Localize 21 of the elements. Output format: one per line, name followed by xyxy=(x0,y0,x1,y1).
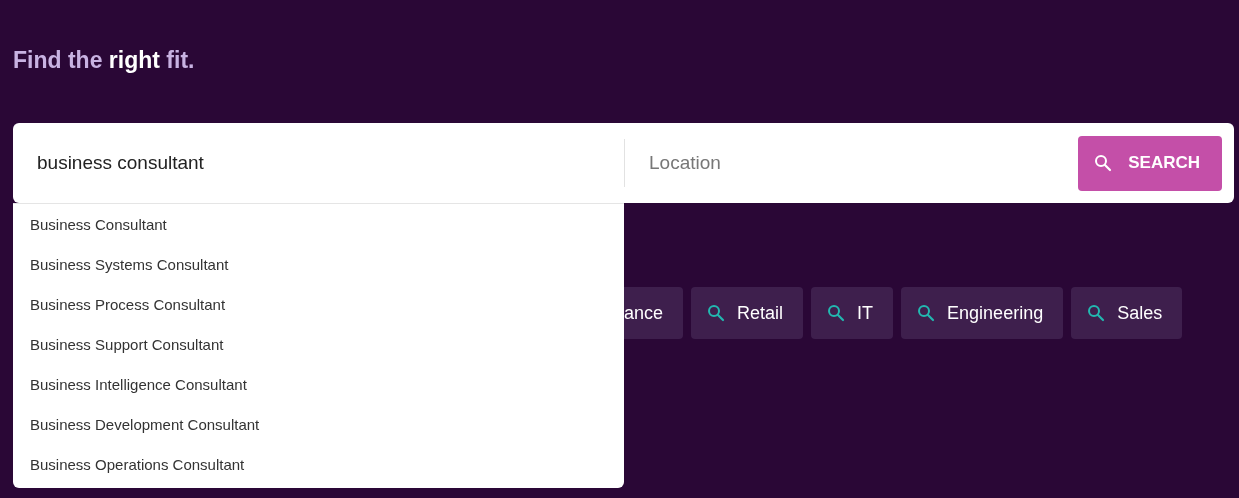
location-field[interactable]: Location SEARCH xyxy=(624,123,1234,203)
category-chip[interactable]: Engineering xyxy=(901,287,1064,339)
category-chip[interactable]: ance xyxy=(624,287,684,339)
category-chip[interactable]: Retail xyxy=(691,287,804,339)
search-icon xyxy=(1094,154,1113,172)
search-icon xyxy=(917,304,936,322)
suggestion-item[interactable]: Business Operations Consultant xyxy=(13,445,624,485)
search-icon xyxy=(827,304,846,322)
search-icon xyxy=(707,304,726,322)
suggestion-item[interactable]: Business Process Consultant xyxy=(13,285,624,325)
search-icon xyxy=(1087,304,1106,322)
keyword-field[interactable]: business consultant xyxy=(13,123,624,203)
suggestion-item[interactable]: Business Development Consultant xyxy=(13,405,624,445)
page-heading: Find the right fit. xyxy=(13,46,196,74)
suggestion-item[interactable]: Business Intelligence Consultant xyxy=(13,365,624,405)
search-button[interactable]: SEARCH xyxy=(1078,135,1222,191)
suggestion-item[interactable]: Business Systems Consultant xyxy=(13,245,624,285)
category-chip[interactable]: IT xyxy=(811,287,894,339)
suggestion-item[interactable]: Business Consultant xyxy=(13,205,624,245)
suggestion-item[interactable]: Business Support Consultant xyxy=(13,325,624,365)
category-chip[interactable]: Sales xyxy=(1071,287,1183,339)
